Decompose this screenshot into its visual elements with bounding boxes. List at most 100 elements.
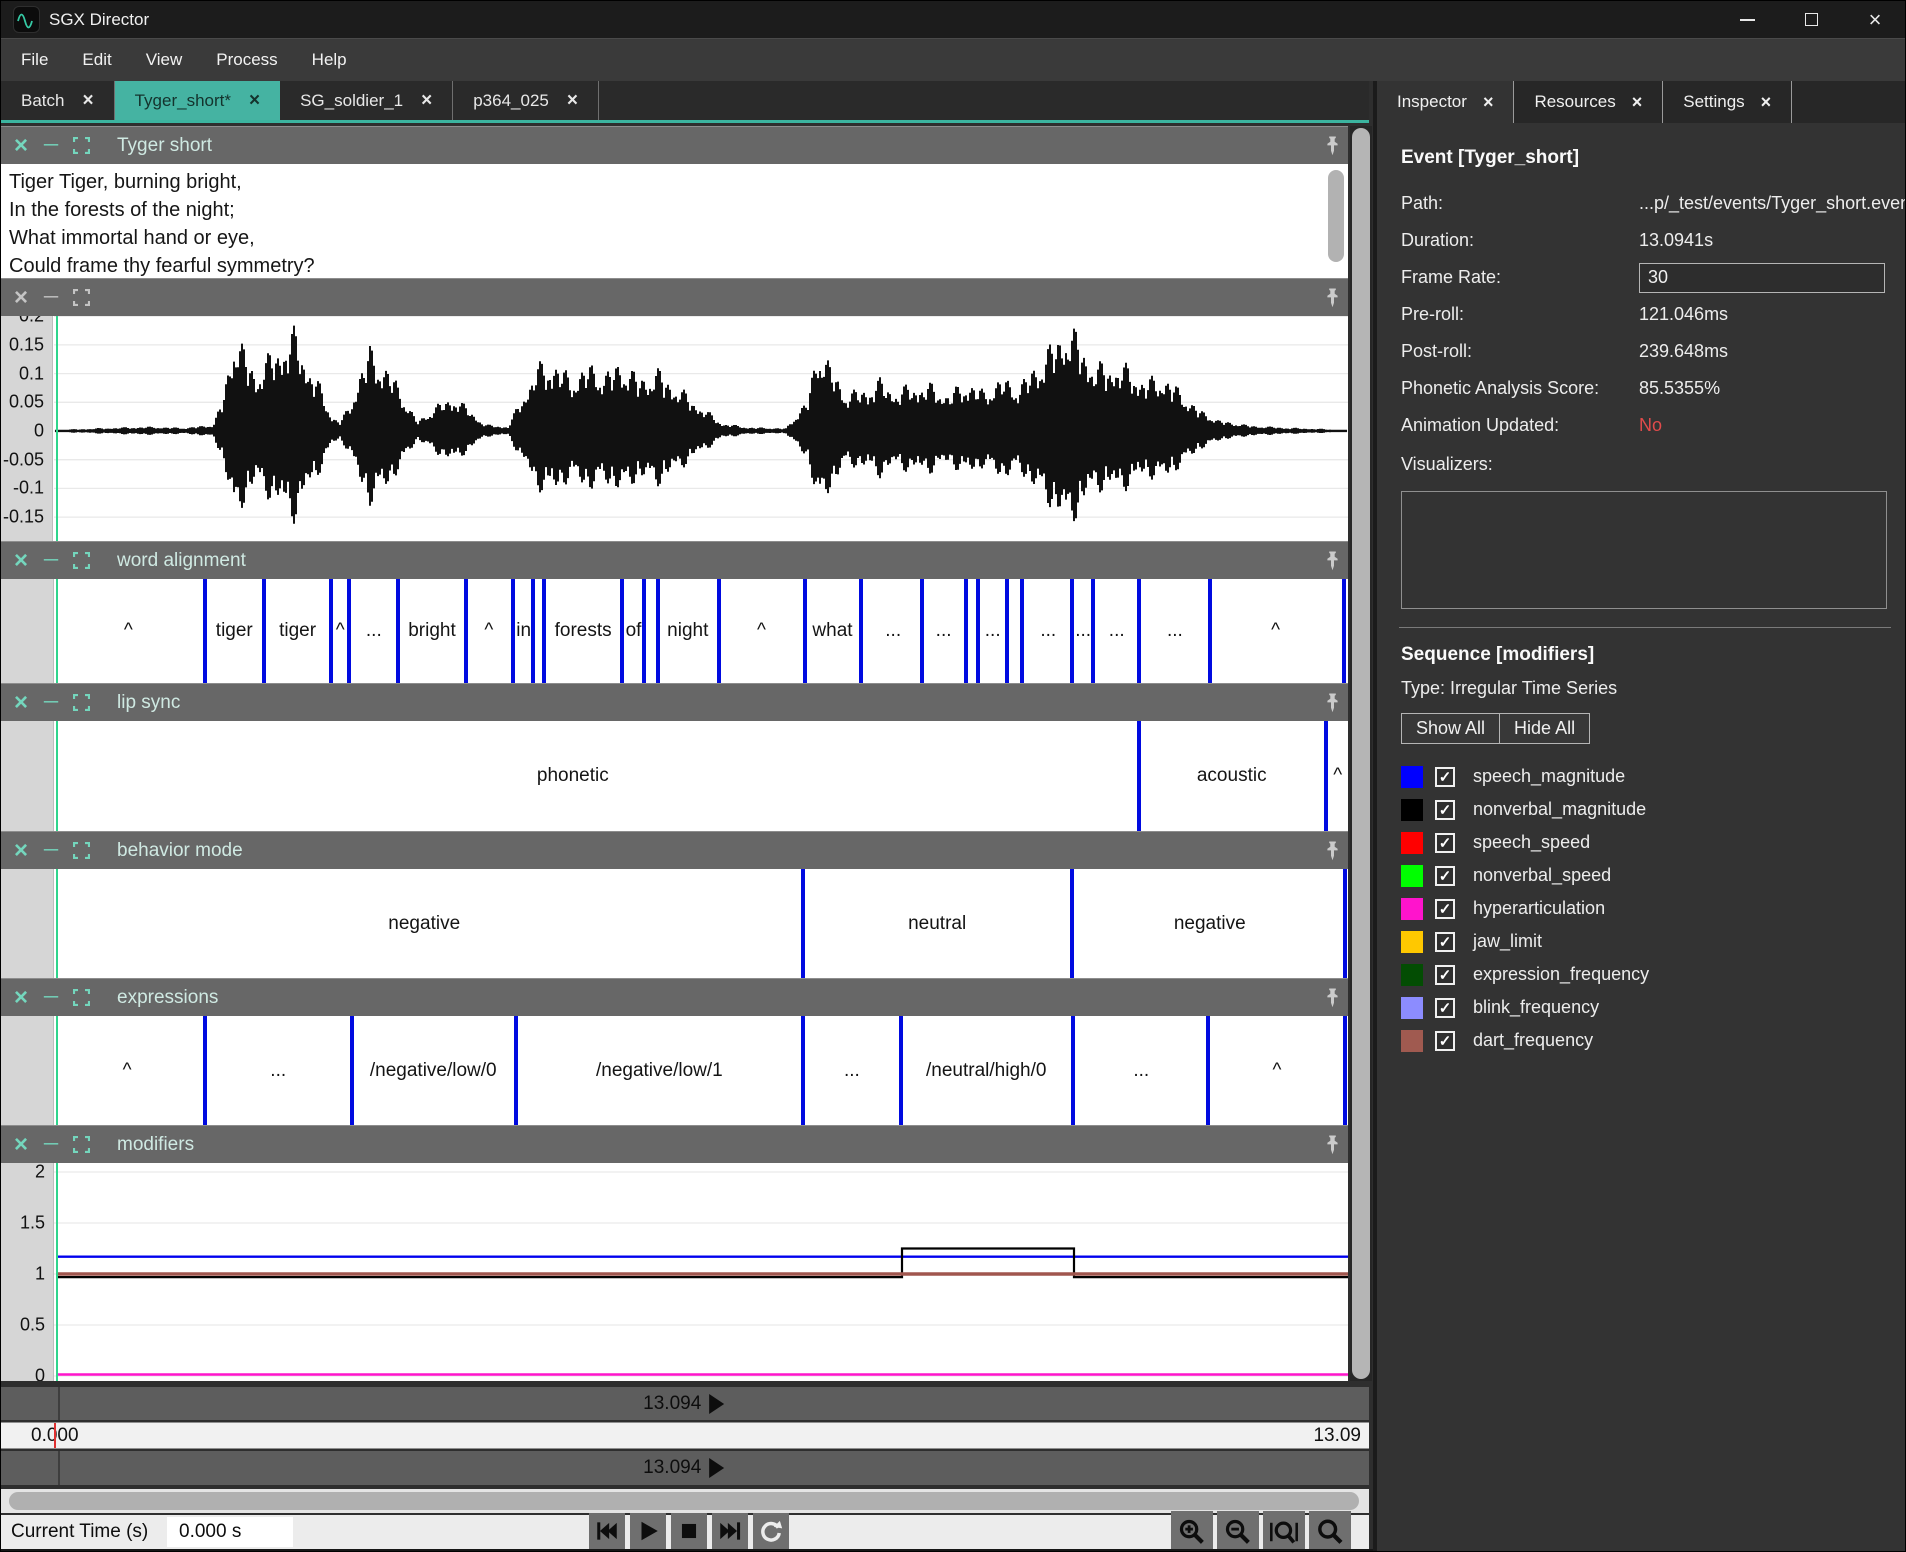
segment-boundary[interactable]	[464, 579, 468, 683]
visibility-checkbox[interactable]: ✓	[1435, 965, 1455, 985]
menu-item-process[interactable]: Process	[202, 39, 291, 81]
segment-boundary[interactable]	[1343, 869, 1347, 978]
segment-boundary[interactable]	[203, 579, 207, 683]
visibility-checkbox[interactable]: ✓	[1435, 767, 1455, 787]
tab-close-icon[interactable]: ×	[567, 90, 578, 112]
hide-all-button[interactable]: Hide All	[1500, 713, 1590, 744]
panel-close-icon[interactable]: ×	[11, 839, 31, 863]
timeline-slider-top[interactable]: 13.094	[1, 1387, 1369, 1420]
transcript-scrollbar[interactable]	[1328, 170, 1344, 262]
menu-item-view[interactable]: View	[132, 39, 197, 81]
close-window-icon[interactable]: ×	[1843, 1, 1906, 38]
segment-boundary[interactable]	[620, 579, 624, 683]
tab-sg-soldier-1[interactable]: SG_soldier_1×	[280, 81, 453, 120]
tab-tyger-short-[interactable]: Tyger_short*×	[115, 81, 281, 120]
panel-maximize-icon[interactable]	[71, 286, 91, 310]
playhead-line[interactable]	[56, 316, 58, 541]
panel-close-icon[interactable]: ×	[11, 691, 31, 715]
pin-icon[interactable]	[1325, 988, 1340, 1008]
tab-close-icon[interactable]: ×	[249, 90, 260, 112]
panel-minimize-icon[interactable]: ─	[41, 286, 61, 310]
segment-boundary[interactable]	[350, 1016, 354, 1125]
playhead-line[interactable]	[56, 869, 58, 978]
segment-boundary[interactable]	[347, 579, 351, 683]
playhead-tick[interactable]	[54, 1423, 56, 1448]
segment-boundary[interactable]	[803, 579, 807, 683]
panel-maximize-icon[interactable]	[71, 134, 91, 158]
panel-close-icon[interactable]: ×	[11, 549, 31, 573]
show-all-button[interactable]: Show All	[1401, 713, 1500, 744]
segment-boundary[interactable]	[976, 579, 980, 683]
modifiers-plot[interactable]: 21.510.50	[1, 1163, 1348, 1381]
panel-maximize-icon[interactable]	[71, 549, 91, 573]
visibility-checkbox[interactable]: ✓	[1435, 833, 1455, 853]
zoom-in-button[interactable]	[1171, 1511, 1213, 1552]
segment-boundary[interactable]	[899, 1016, 903, 1125]
segment-boundary[interactable]	[1342, 579, 1346, 683]
panels-scrollbar[interactable]	[1350, 126, 1372, 1381]
play-button[interactable]	[630, 1513, 666, 1549]
current-time-input[interactable]	[167, 1517, 293, 1547]
segment-boundary[interactable]	[511, 579, 515, 683]
pin-icon[interactable]	[1325, 136, 1340, 156]
stop-button[interactable]	[671, 1513, 707, 1549]
segment-boundary[interactable]	[1091, 579, 1095, 683]
panel-minimize-icon[interactable]: ─	[41, 839, 61, 863]
segment-boundary[interactable]	[920, 579, 924, 683]
segment-boundary[interactable]	[1324, 721, 1328, 831]
panel-minimize-icon[interactable]: ─	[41, 549, 61, 573]
panel-close-icon[interactable]: ×	[11, 1133, 31, 1157]
visibility-checkbox[interactable]: ✓	[1435, 998, 1455, 1018]
segment-boundary[interactable]	[964, 579, 968, 683]
panels-scrollbar-thumb[interactable]	[1352, 128, 1370, 1379]
visibility-checkbox[interactable]: ✓	[1435, 866, 1455, 886]
waveform-track[interactable]: 0.20.150.10.050-0.05-0.1-0.15	[1, 316, 1348, 541]
loop-button[interactable]	[753, 1513, 789, 1549]
segment-boundary[interactable]	[1070, 579, 1074, 683]
skip-end-button[interactable]	[712, 1513, 748, 1549]
transcript-text-area[interactable]: Tiger Tiger, burning bright,In the fores…	[1, 164, 1348, 278]
sidebar-tab-inspector[interactable]: Inspector×	[1377, 81, 1514, 123]
segment-boundary[interactable]	[1206, 1016, 1210, 1125]
visibility-checkbox[interactable]: ✓	[1435, 800, 1455, 820]
pin-icon[interactable]	[1325, 288, 1340, 308]
panel-minimize-icon[interactable]: ─	[41, 691, 61, 715]
timeline-range-bar[interactable]: 0.000 13.09	[1, 1422, 1369, 1449]
segment-boundary[interactable]	[262, 579, 266, 683]
menu-item-edit[interactable]: Edit	[68, 39, 125, 81]
tab-p364-025[interactable]: p364_025×	[453, 81, 599, 120]
sidebar-tab-close-icon[interactable]: ×	[1632, 92, 1643, 113]
segment-boundary[interactable]	[1137, 579, 1141, 683]
word-alignment-track[interactable]: ^tigertiger^...bright^inforestsofnight^w…	[1, 579, 1348, 683]
segment-boundary[interactable]	[1020, 579, 1024, 683]
segment-boundary[interactable]	[1208, 579, 1212, 683]
frame-rate-input[interactable]	[1639, 263, 1885, 293]
playhead-line[interactable]	[56, 1163, 58, 1381]
segment-boundary[interactable]	[531, 579, 535, 683]
visualizers-box[interactable]	[1401, 491, 1887, 609]
segment-boundary[interactable]	[514, 1016, 518, 1125]
panel-close-icon[interactable]: ×	[11, 986, 31, 1010]
timeline-hscrollbar[interactable]	[1, 1489, 1369, 1513]
zoom-selection-button[interactable]	[1263, 1511, 1305, 1552]
behavior-mode-track[interactable]: negativeneutralnegative	[1, 869, 1348, 978]
timeline-hscrollbar-thumb[interactable]	[9, 1492, 1359, 1510]
tab-batch[interactable]: Batch×	[1, 81, 115, 120]
zoom-out-button[interactable]	[1217, 1511, 1259, 1552]
playhead-line[interactable]	[56, 579, 58, 683]
segment-boundary[interactable]	[396, 579, 400, 683]
segment-boundary[interactable]	[1137, 721, 1141, 831]
panel-minimize-icon[interactable]: ─	[41, 1133, 61, 1157]
tab-close-icon[interactable]: ×	[82, 90, 93, 112]
segment-boundary[interactable]	[203, 1016, 207, 1125]
maximize-window-icon[interactable]	[1779, 1, 1843, 38]
slider-play-marker-icon[interactable]	[709, 1394, 724, 1414]
panel-minimize-icon[interactable]: ─	[41, 986, 61, 1010]
segment-boundary[interactable]	[801, 869, 805, 978]
menu-item-file[interactable]: File	[7, 39, 62, 81]
pin-icon[interactable]	[1325, 693, 1340, 713]
segment-boundary[interactable]	[656, 579, 660, 683]
panel-minimize-icon[interactable]: ─	[41, 134, 61, 158]
panel-maximize-icon[interactable]	[71, 986, 91, 1010]
sidebar-tab-settings[interactable]: Settings×	[1663, 81, 1792, 123]
